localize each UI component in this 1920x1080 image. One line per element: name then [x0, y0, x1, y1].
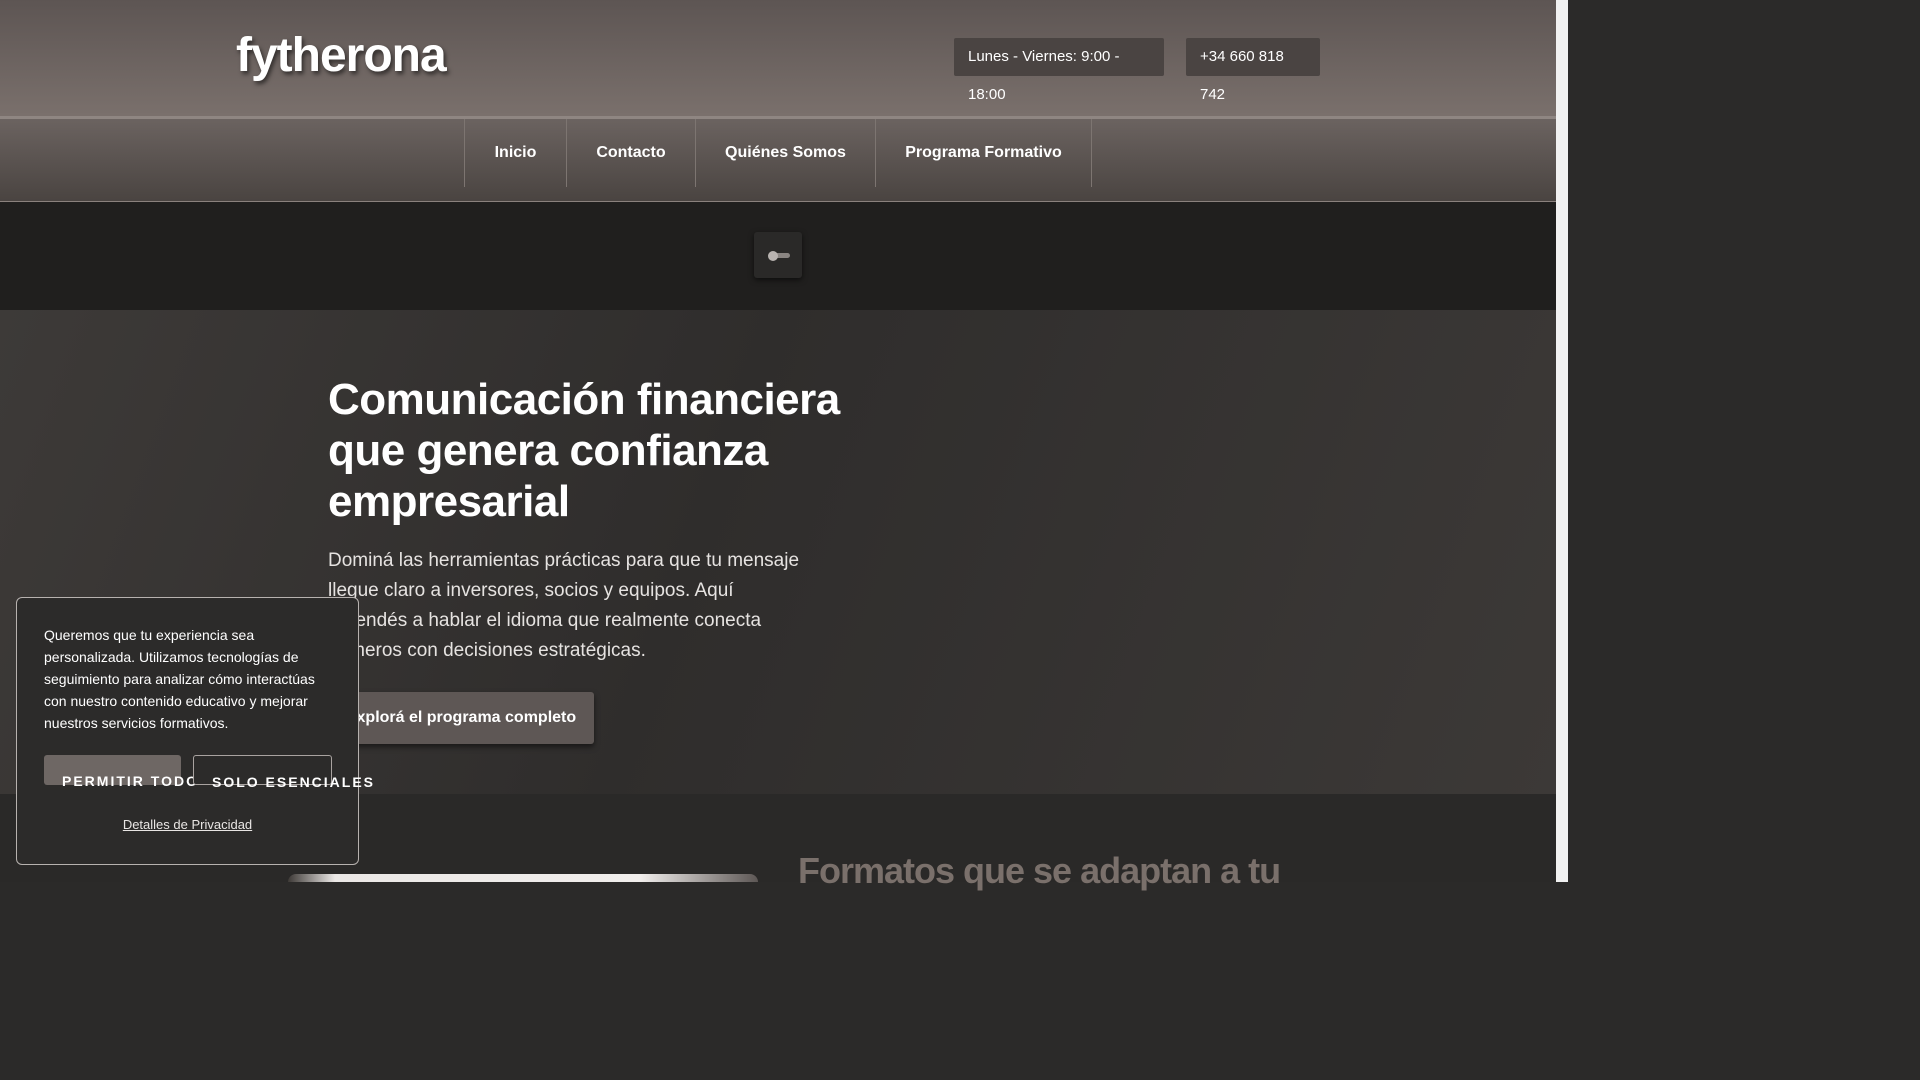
site-logo[interactable]: fytherona [236, 28, 447, 83]
toggle-knob [768, 251, 778, 261]
explore-program-button[interactable]: Explorá el programa completo [328, 692, 594, 744]
essentials-only-button[interactable]: SOLO ESENCIALES [193, 755, 373, 790]
allow-all-button[interactable]: PERMITIR TODO [44, 755, 197, 789]
top-header: fytherona Lunes - Viernes: 9:00 - 18:00 … [0, 0, 1556, 116]
page-scrollbar[interactable] [1556, 0, 1568, 882]
business-hours-badge[interactable]: Lunes - Viernes: 9:00 - 18:00 [954, 38, 1164, 103]
hero-description: Dominá las herramientas prácticas para q… [328, 550, 800, 661]
hero-title: Comunicación financiera que genera confi… [328, 375, 840, 526]
theme-toggle-button[interactable] [754, 232, 802, 278]
formats-image [288, 874, 758, 882]
cookie-banner: Queremos que tu experiencia sea personal… [16, 597, 373, 865]
nav-item-quienes-somos[interactable]: Quiénes Somos [695, 119, 875, 187]
formats-title: Formatos que se adaptan a tu [798, 850, 1281, 891]
cookie-message: Queremos que tu experiencia sea personal… [44, 627, 315, 731]
privacy-details-link[interactable]: Detalles de Privacidad [17, 817, 358, 832]
phone-button[interactable]: +34 660 818 742 [1186, 38, 1320, 103]
main-navigation: Inicio Contacto Quiénes Somos Programa F… [0, 116, 1556, 202]
nav-item-programa-formativo[interactable]: Programa Formativo [875, 119, 1092, 187]
nav-item-inicio[interactable]: Inicio [464, 119, 566, 187]
nav-item-contacto[interactable]: Contacto [566, 119, 695, 187]
